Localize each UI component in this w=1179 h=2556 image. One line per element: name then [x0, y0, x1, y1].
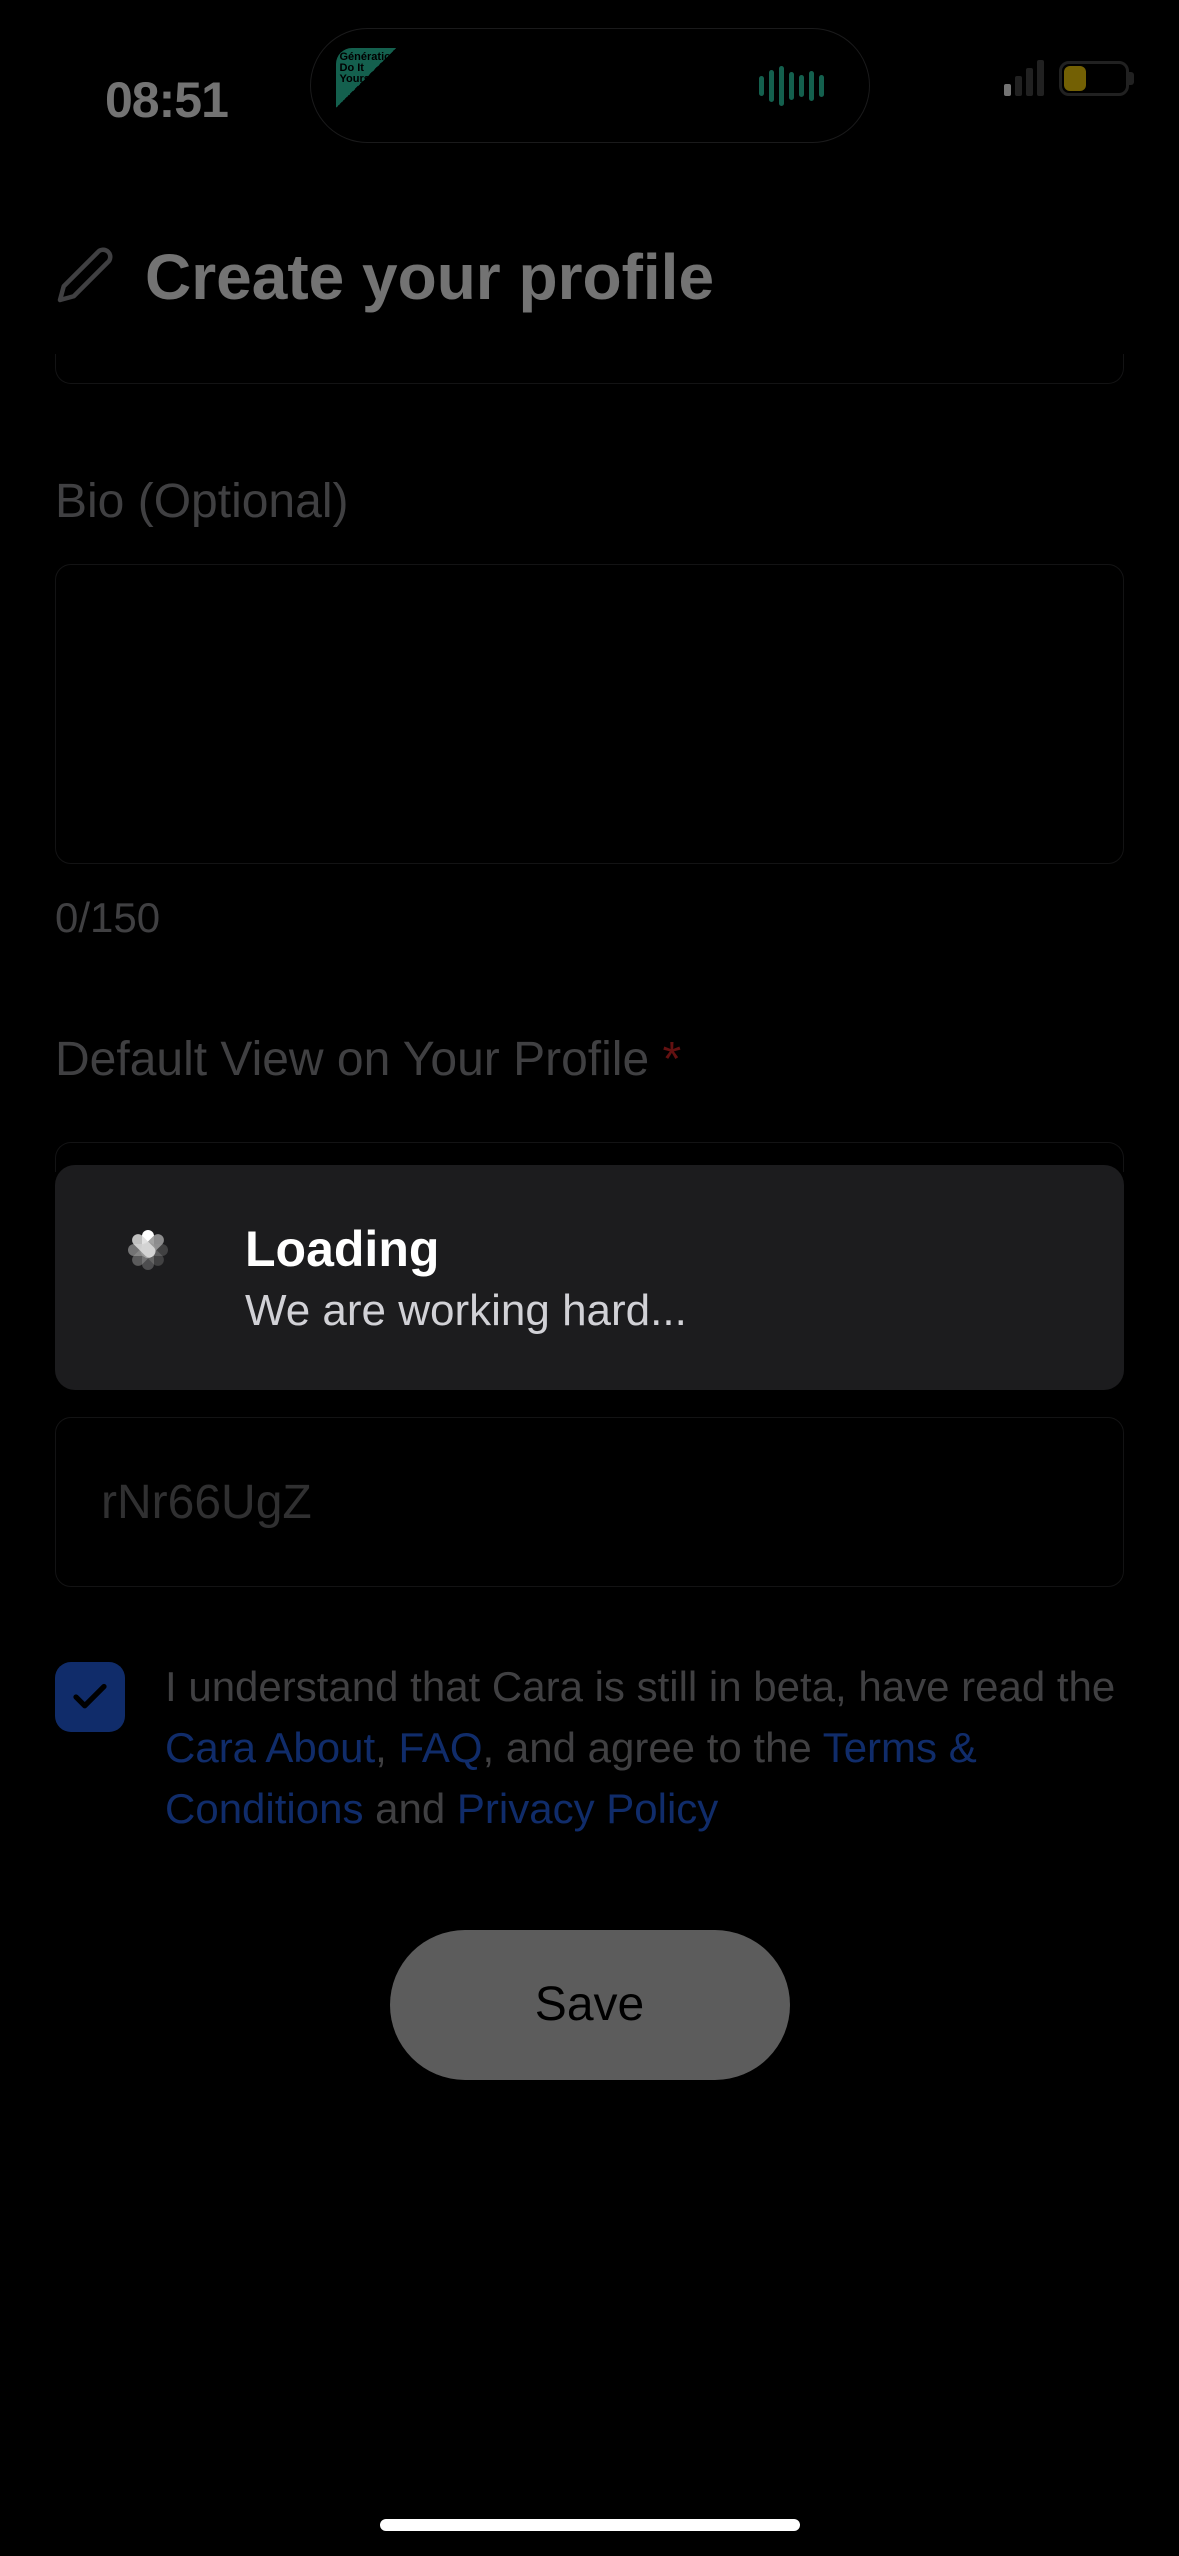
- faq-link[interactable]: FAQ: [399, 1724, 483, 1771]
- toast-title: Loading: [245, 1220, 687, 1278]
- save-button[interactable]: Save: [390, 1930, 790, 2080]
- toast-subtitle: We are working hard...: [245, 1286, 687, 1336]
- previous-input-bottom[interactable]: [55, 354, 1124, 384]
- agreement-text: I understand that Cara is still in beta,…: [165, 1657, 1124, 1840]
- now-playing-artwork: [336, 48, 411, 123]
- dynamic-island[interactable]: [310, 28, 870, 143]
- spinner-icon: [100, 1230, 195, 1325]
- audio-visualizer-icon: [759, 66, 824, 106]
- home-indicator[interactable]: [380, 2519, 800, 2531]
- page-header: Create your profile: [0, 150, 1179, 354]
- battery-icon: [1059, 61, 1129, 96]
- loading-toast: Loading We are working hard...: [55, 1165, 1124, 1390]
- status-bar: 08:51: [0, 0, 1179, 150]
- bio-char-count: 0/150: [55, 894, 1124, 942]
- default-view-label: Default View on Your Profile *: [55, 1032, 1124, 1087]
- status-time: 08:51: [105, 71, 228, 129]
- code-input[interactable]: rNr66UgZ: [55, 1417, 1124, 1587]
- page-title: Create your profile: [145, 240, 714, 314]
- bio-label: Bio (Optional): [55, 474, 1124, 529]
- bio-textarea[interactable]: [55, 564, 1124, 864]
- cellular-signal-icon: [1004, 60, 1044, 96]
- required-asterisk: *: [663, 1033, 682, 1086]
- agreement-checkbox[interactable]: [55, 1662, 125, 1732]
- agreement-row: I understand that Cara is still in beta,…: [55, 1657, 1124, 1840]
- privacy-link[interactable]: Privacy Policy: [457, 1785, 718, 1832]
- status-right: [1004, 60, 1129, 96]
- cara-about-link[interactable]: Cara About: [165, 1724, 375, 1771]
- edit-icon: [55, 245, 115, 310]
